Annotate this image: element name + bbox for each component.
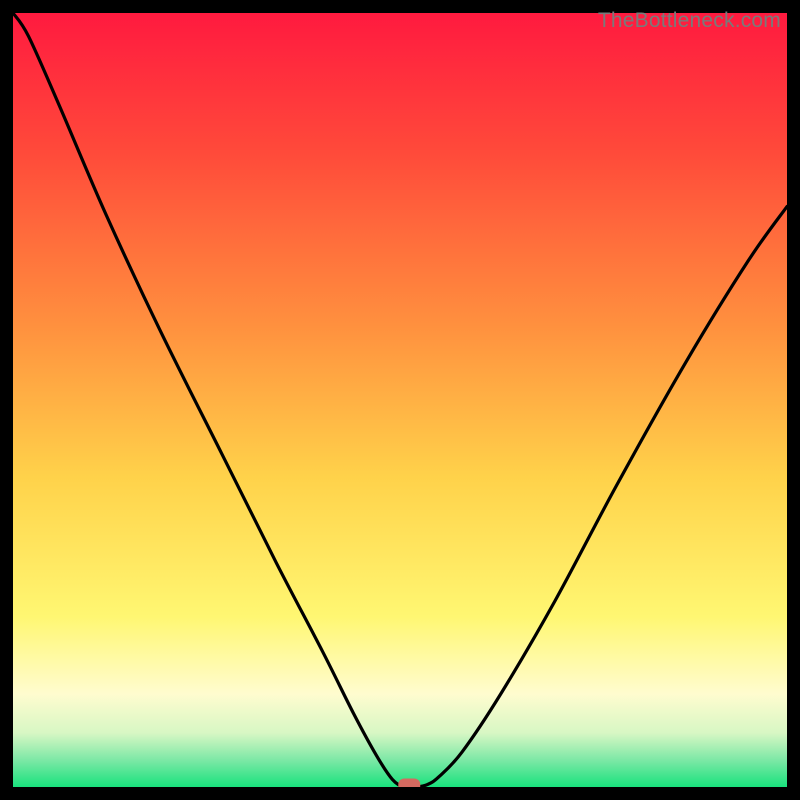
bottleneck-chart bbox=[13, 13, 787, 787]
watermark-text: TheBottleneck.com bbox=[598, 9, 781, 33]
chart-frame: TheBottleneck.com bbox=[13, 13, 787, 787]
gradient-background bbox=[13, 13, 787, 787]
minimum-marker bbox=[398, 779, 420, 788]
